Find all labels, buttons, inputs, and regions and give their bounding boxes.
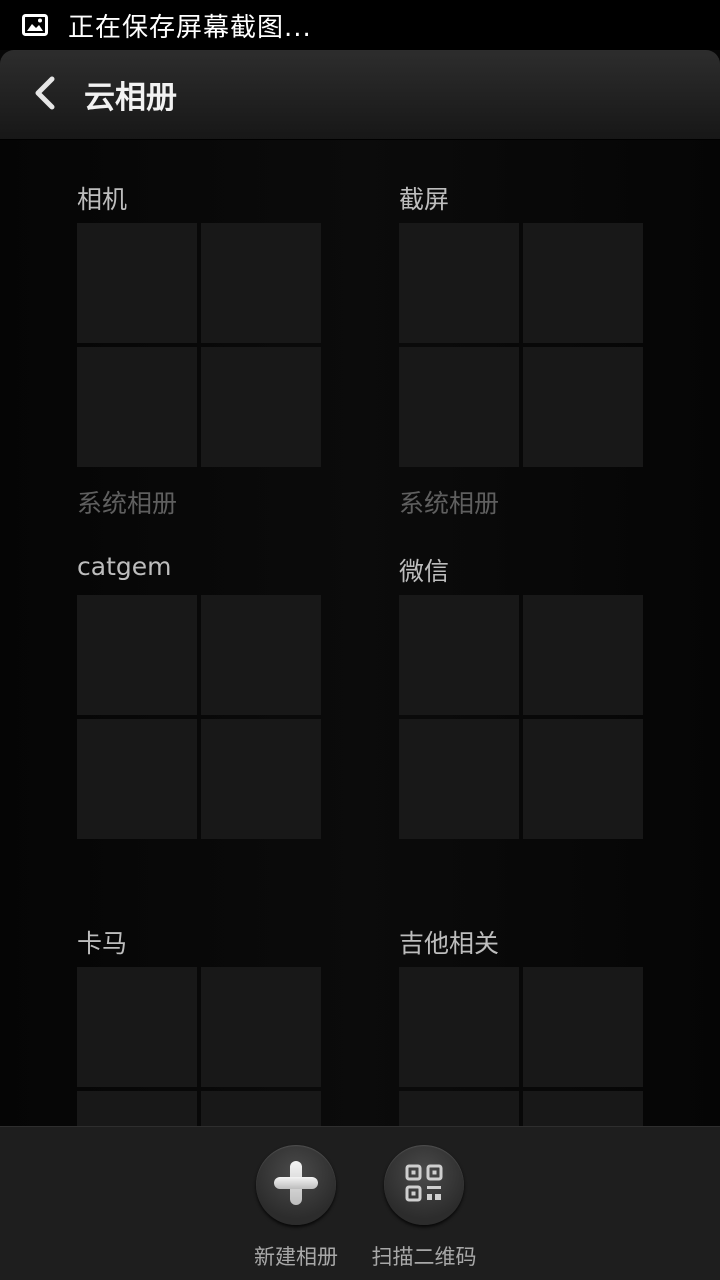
qr-code-icon (404, 1163, 444, 1207)
album-title: 截屏 (399, 185, 450, 214)
album-title: 卡马 (77, 929, 128, 958)
thumbnail (399, 595, 519, 715)
thumbnail (523, 967, 643, 1087)
back-button[interactable] (14, 50, 76, 140)
scan-qr-label: 扫描二维码 (371, 1245, 477, 1269)
new-album-label: 新建相册 (254, 1245, 338, 1269)
album-thumbnails (77, 967, 321, 1126)
bottom-action-bar: 新建相册 扫描二维码 (0, 1126, 720, 1280)
thumbnail (399, 1091, 519, 1126)
thumbnail (201, 347, 321, 467)
album-thumbnails (77, 595, 321, 839)
thumbnail (77, 595, 197, 715)
new-album-round-button[interactable] (256, 1145, 336, 1225)
thumbnail (523, 719, 643, 839)
album-thumbnails (399, 967, 643, 1126)
album-title: 吉他相关 (399, 929, 500, 958)
thumbnail (201, 719, 321, 839)
album-thumbnails (77, 223, 321, 467)
action-bar: 云相册 (0, 50, 720, 140)
status-notification-text: 正在保存屏幕截图... (68, 12, 312, 43)
album-title: 微信 (399, 557, 450, 586)
thumbnail (201, 967, 321, 1087)
thumbnail (77, 223, 197, 343)
new-album-button[interactable]: 新建相册 (226, 1145, 366, 1271)
album-title: catgem (77, 552, 172, 581)
album-subtitle: 系统相册 (399, 489, 500, 518)
scan-qr-round-button[interactable] (384, 1145, 464, 1225)
screen: 正在保存屏幕截图... 云相册 相机 系统相册 截屏 系统相册 catgem 微… (0, 0, 720, 1280)
thumbnail (77, 347, 197, 467)
thumbnail (399, 719, 519, 839)
album-grid: 相机 系统相册 截屏 系统相册 catgem 微信 卡马 吉他相关 (0, 140, 720, 1126)
album-thumbnails (399, 223, 643, 467)
album-subtitle: 系统相册 (77, 489, 178, 518)
thumbnail (399, 223, 519, 343)
thumbnail (523, 347, 643, 467)
thumbnail (77, 1091, 197, 1126)
thumbnail (77, 719, 197, 839)
status-bar: 正在保存屏幕截图... (0, 0, 720, 50)
page-title: 云相册 (84, 80, 177, 116)
thumbnail (399, 347, 519, 467)
plus-icon (272, 1159, 320, 1211)
thumbnail (201, 223, 321, 343)
scan-qr-button[interactable]: 扫描二维码 (354, 1145, 494, 1271)
thumbnail (399, 967, 519, 1087)
image-icon (22, 14, 48, 36)
chevron-left-icon (32, 75, 58, 115)
thumbnail (523, 223, 643, 343)
thumbnail (523, 1091, 643, 1126)
thumbnail (77, 967, 197, 1087)
thumbnail (201, 595, 321, 715)
thumbnail (201, 1091, 321, 1126)
album-thumbnails (399, 595, 643, 839)
thumbnail (523, 595, 643, 715)
album-title: 相机 (77, 185, 128, 214)
